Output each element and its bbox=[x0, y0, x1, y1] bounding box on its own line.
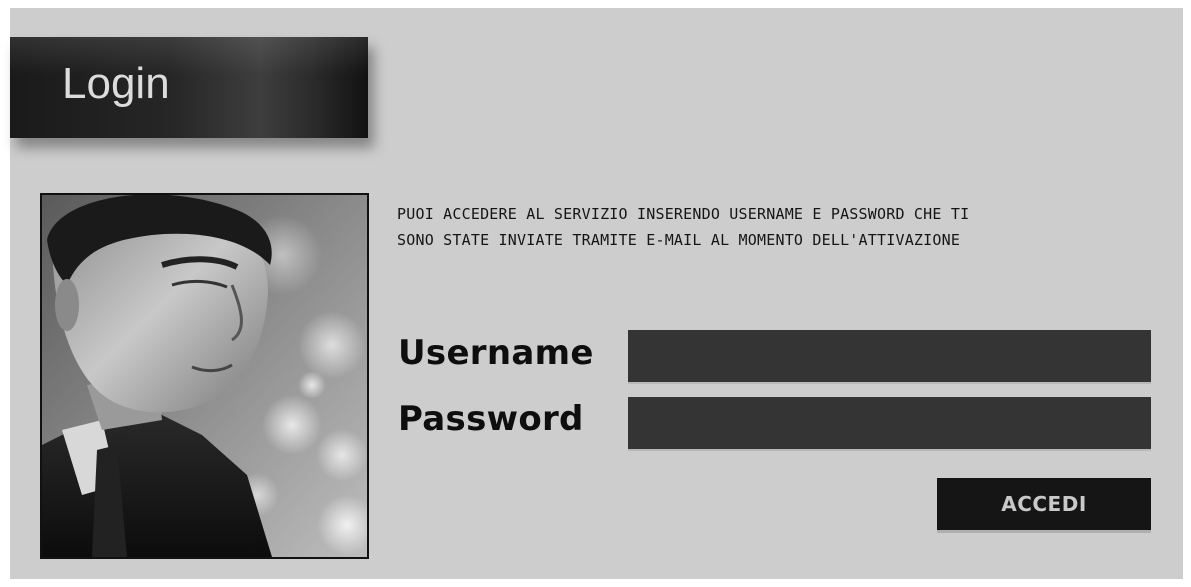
page-title: Login bbox=[62, 59, 170, 108]
password-label: Password bbox=[398, 399, 584, 439]
login-header-banner: Login bbox=[10, 37, 368, 138]
portrait-photo bbox=[40, 193, 369, 559]
instructions-line-1: PUOI ACCEDERE AL SERVIZIO INSERENDO USER… bbox=[397, 205, 970, 223]
login-instructions: PUOI ACCEDERE AL SERVIZIO INSERENDO USER… bbox=[397, 201, 1157, 253]
username-label: Username bbox=[398, 333, 594, 373]
username-input[interactable] bbox=[628, 330, 1151, 382]
login-submit-button[interactable]: ACCEDI bbox=[937, 478, 1151, 530]
password-input[interactable] bbox=[628, 397, 1151, 449]
instructions-line-2: SONO STATE INVIATE TRAMITE E-MAIL AL MOM… bbox=[397, 231, 961, 249]
